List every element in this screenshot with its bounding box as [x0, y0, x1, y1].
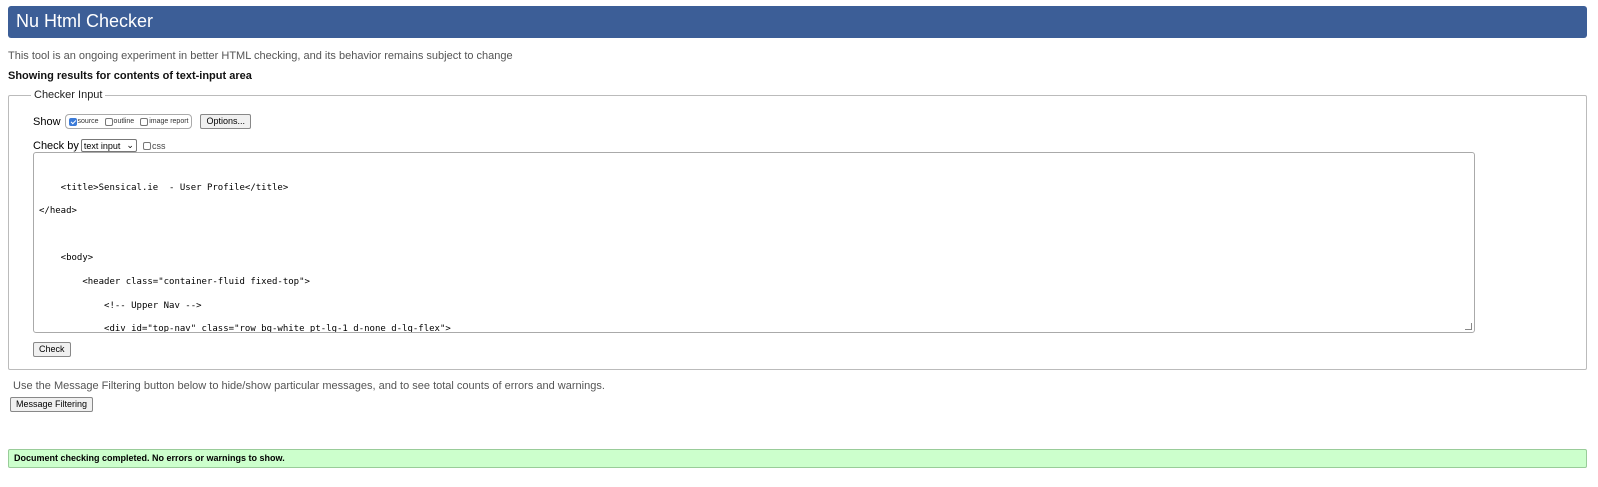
- results-heading: Showing results for contents of text-inp…: [8, 70, 252, 82]
- css-option[interactable]: css: [142, 141, 165, 151]
- resize-handle-icon[interactable]: [1465, 323, 1472, 330]
- show-options-row: Show source outline image report Options…: [33, 114, 252, 129]
- image-report-checkbox[interactable]: [140, 117, 149, 126]
- source-textarea[interactable]: <title>Sensical.ie - User Profile</title…: [33, 152, 1475, 333]
- options-button[interactable]: Options...: [200, 114, 252, 129]
- show-image-report-option[interactable]: image report: [140, 117, 188, 126]
- show-source-option[interactable]: source: [68, 117, 99, 126]
- outline-checkbox[interactable]: [104, 117, 113, 126]
- source-line: <title>Sensical.ie - User Profile</title…: [39, 182, 289, 193]
- message-filtering-button[interactable]: Message Filtering: [10, 397, 94, 412]
- intro-text: This tool is an ongoing experiment in be…: [8, 50, 513, 62]
- source-checkbox[interactable]: [68, 117, 77, 126]
- check-by-select[interactable]: text input ⌄: [80, 139, 137, 152]
- show-label: Show: [33, 115, 61, 128]
- show-outline-option[interactable]: outline: [104, 117, 134, 126]
- app-header: Nu Html Checker: [8, 6, 1587, 38]
- source-line: <body>: [39, 253, 94, 264]
- chevron-down-icon: ⌄: [126, 140, 134, 150]
- css-checkbox[interactable]: [142, 141, 151, 150]
- check-by-row: Check by text input ⌄ css: [33, 139, 165, 152]
- checker-input-legend: Checker Input: [34, 89, 103, 101]
- show-options-group: source outline image report: [64, 114, 193, 129]
- filter-note: Use the Message Filtering button below t…: [13, 380, 605, 392]
- check-by-label: Check by: [33, 139, 79, 152]
- source-line: <header class="container-fluid fixed-top…: [39, 276, 310, 287]
- status-message: Document checking completed. No errors o…: [8, 449, 1587, 468]
- source-code: <title>Sensical.ie - User Profile</title…: [34, 153, 1474, 333]
- source-line: <!-- Upper Nav -->: [39, 300, 202, 311]
- source-line: <div id="top-nav" class="row bg-white pt…: [39, 324, 451, 333]
- check-button[interactable]: Check: [33, 342, 71, 357]
- source-line: </head>: [39, 206, 77, 217]
- page-title: Nu Html Checker: [16, 11, 154, 31]
